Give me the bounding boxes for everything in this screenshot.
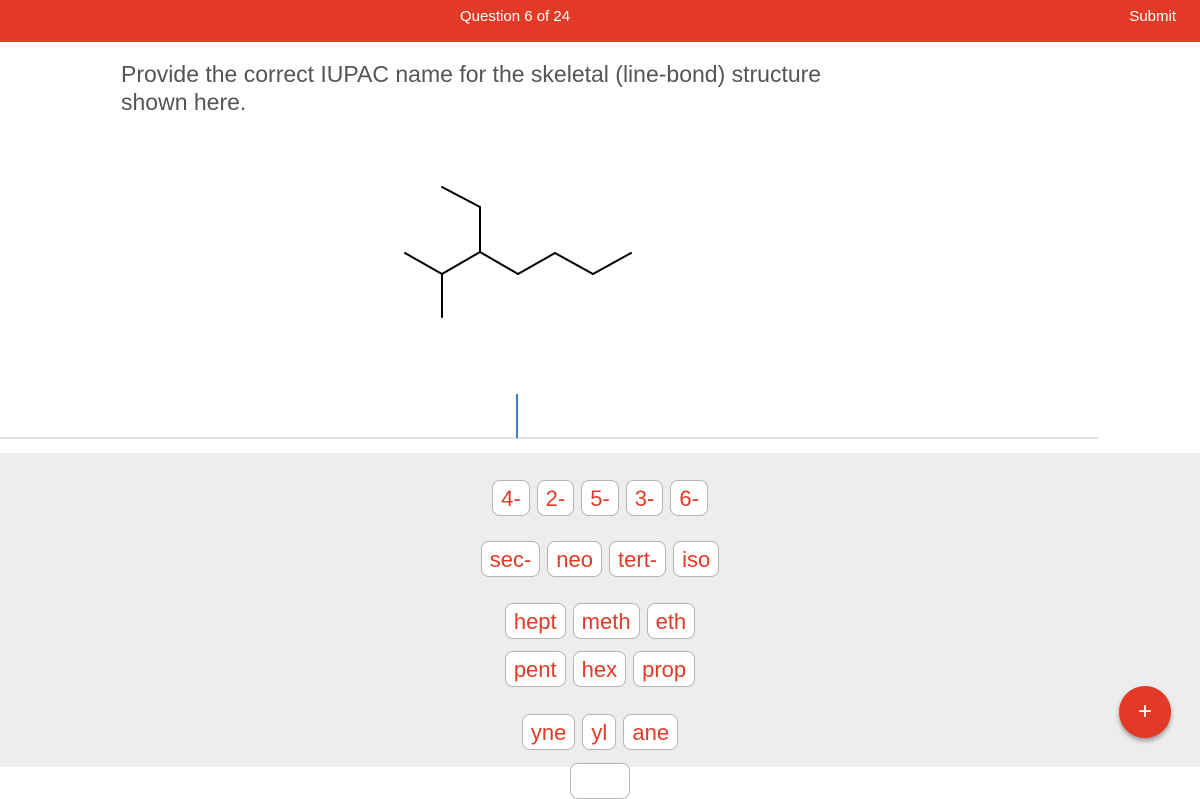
- submit-button[interactable]: Submit: [1129, 8, 1176, 25]
- top-bar: Question 6 of 24 Submit: [0, 0, 1200, 42]
- tile-eth[interactable]: eth: [646, 603, 696, 639]
- palette-row-partial: [0, 763, 1200, 799]
- palette-row-roots-1: hept meth eth: [0, 603, 1200, 639]
- palette-row-prefixes: sec- neo tert- iso: [0, 541, 1200, 577]
- skeletal-structure: [404, 186, 632, 318]
- bond: [592, 252, 632, 275]
- tile-sec[interactable]: sec-: [480, 541, 541, 577]
- tile-6[interactable]: 6-: [670, 480, 708, 516]
- tile-ane[interactable]: ane: [623, 714, 679, 750]
- question-prompt: Provide the correct IUPAC name for the s…: [121, 61, 822, 115]
- palette-row-locants: 4- 2- 5- 3- 6-: [0, 480, 1200, 516]
- tile-prop[interactable]: prop: [633, 651, 696, 687]
- tile-5[interactable]: 5-: [581, 480, 619, 516]
- tile-iso[interactable]: iso: [673, 541, 720, 577]
- tile-hex[interactable]: hex: [572, 651, 627, 687]
- palette-row-suffixes: yne yl ane: [0, 714, 1200, 750]
- tile-3[interactable]: 3-: [625, 480, 664, 516]
- plus-icon: +: [1137, 698, 1152, 725]
- bond: [517, 252, 556, 275]
- tile-partially-visible[interactable]: [570, 763, 630, 799]
- bond: [404, 252, 443, 275]
- bond: [441, 251, 481, 275]
- question-counter: Question 6 of 24: [460, 8, 571, 25]
- text-caret: [516, 394, 518, 438]
- answer-input[interactable]: [0, 380, 1098, 439]
- tile-neo[interactable]: neo: [547, 541, 603, 577]
- tile-meth[interactable]: meth: [572, 603, 640, 639]
- tile-yl[interactable]: yl: [582, 714, 617, 750]
- tile-yne[interactable]: yne: [521, 714, 576, 750]
- molecule-bonds: [404, 186, 632, 318]
- bond: [441, 186, 481, 208]
- palette-row-roots-2: pent hex prop: [0, 651, 1200, 687]
- tile-4[interactable]: 4-: [492, 480, 530, 516]
- tile-pent[interactable]: pent: [504, 651, 566, 687]
- bond: [554, 252, 594, 275]
- fragment-palette: 4- 2- 5- 3- 6- sec- neo tert- iso hept m…: [0, 453, 1200, 799]
- add-button[interactable]: +: [1119, 686, 1171, 738]
- tile-2[interactable]: 2-: [536, 480, 575, 516]
- tile-hept[interactable]: hept: [504, 603, 566, 639]
- tile-tert[interactable]: tert-: [609, 541, 667, 577]
- bond: [479, 251, 519, 275]
